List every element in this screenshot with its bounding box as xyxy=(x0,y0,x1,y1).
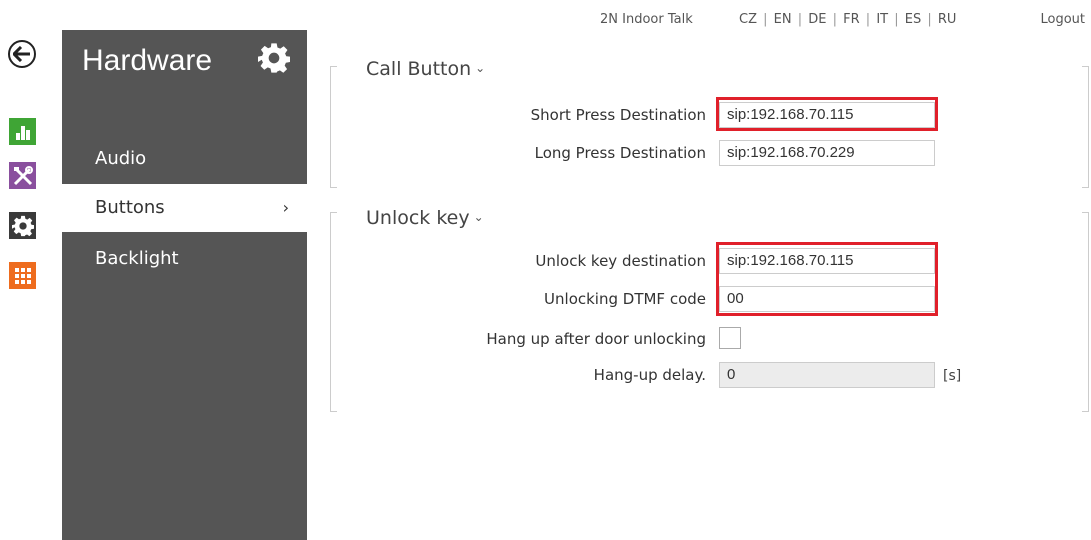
section-bracket-right xyxy=(1082,66,1089,188)
language-selector: CZ | EN | DE | FR | IT | ES | RU xyxy=(739,12,957,27)
sidebar-item-label: Buttons xyxy=(95,197,165,218)
lang-es[interactable]: ES xyxy=(905,12,921,27)
lang-de[interactable]: DE xyxy=(808,12,826,27)
product-name: 2N Indoor Talk xyxy=(600,12,693,27)
hangup-delay-row: Hang-up delay. 0 [s] xyxy=(330,362,1030,388)
lang-ru[interactable]: RU xyxy=(938,12,957,27)
short-press-label: Short Press Destination xyxy=(530,106,706,124)
section-title-label: Call Button xyxy=(366,58,472,80)
section-title-call-button[interactable]: Call Button ⌄ xyxy=(366,58,485,80)
lang-cz[interactable]: CZ xyxy=(739,12,757,27)
lang-fr[interactable]: FR xyxy=(843,12,860,27)
chevron-right-icon: › xyxy=(282,198,289,217)
grid-icon[interactable] xyxy=(9,262,36,289)
long-press-label: Long Press Destination xyxy=(534,144,706,162)
sidebar-title: Hardware xyxy=(82,44,213,77)
tools-icon[interactable] xyxy=(9,162,36,189)
sidebar-item-buttons[interactable]: Buttons › xyxy=(62,184,307,232)
gear-icon[interactable] xyxy=(9,212,36,239)
long-press-row: Long Press Destination sip:192.168.70.22… xyxy=(330,140,1030,166)
unlock-destination-label: Unlock key destination xyxy=(535,252,706,270)
settings-gear-icon xyxy=(258,42,290,78)
section-title-label: Unlock key xyxy=(366,207,470,229)
hangup-delay-input: 0 xyxy=(719,362,935,388)
dtmf-label: Unlocking DTMF code xyxy=(544,290,706,308)
chevron-down-icon: ⌄ xyxy=(473,210,484,224)
section-title-unlock-key[interactable]: Unlock key ⌄ xyxy=(366,207,484,229)
lang-it[interactable]: IT xyxy=(876,12,888,27)
lang-en[interactable]: EN xyxy=(774,12,792,27)
highlight-box xyxy=(716,97,938,131)
hangup-delay-label: Hang-up delay. xyxy=(593,366,706,384)
back-arrow-icon[interactable] xyxy=(8,40,36,68)
long-press-destination-input[interactable]: sip:192.168.70.229 xyxy=(719,140,935,166)
section-bracket-right xyxy=(1082,212,1089,412)
sidebar-item-backlight[interactable]: Backlight xyxy=(62,235,307,283)
sidebar-item-label: Audio xyxy=(95,148,147,169)
logout-link[interactable]: Logout xyxy=(1040,12,1085,27)
hangup-after-unlock-checkbox[interactable] xyxy=(719,327,741,349)
chevron-down-icon: ⌄ xyxy=(475,61,486,75)
delay-unit: [s] xyxy=(943,368,962,384)
bar-chart-icon[interactable] xyxy=(9,118,36,145)
sidebar: Hardware Audio Buttons › Backlight xyxy=(62,30,307,540)
hangup-row: Hang up after door unlocking xyxy=(330,326,1030,352)
top-bar: 2N Indoor Talk CZ | EN | DE | FR | IT | … xyxy=(0,12,1091,32)
sidebar-item-label: Backlight xyxy=(95,248,179,269)
highlight-box xyxy=(716,242,938,316)
hangup-label: Hang up after door unlocking xyxy=(486,330,706,348)
sidebar-item-audio[interactable]: Audio xyxy=(62,135,307,183)
